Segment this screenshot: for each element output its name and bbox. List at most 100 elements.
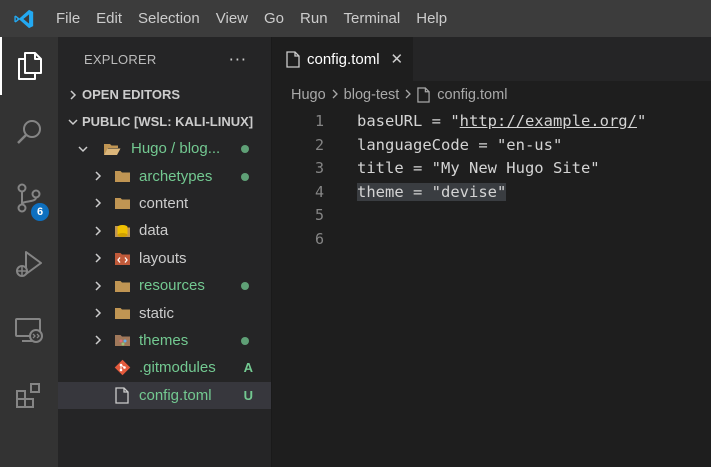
workspace-label: PUBLIC [WSL: KALI-LINUX] [82, 114, 254, 129]
file-icon [113, 386, 131, 404]
file-icon [417, 87, 430, 103]
tree-item-label: .gitmodules [139, 359, 216, 377]
chevron-right-icon [91, 335, 105, 345]
folder-icon [113, 194, 131, 212]
tree-item-label: content [139, 194, 189, 212]
more-actions-icon[interactable]: ··· [229, 50, 247, 69]
remote-explorer-button[interactable] [0, 301, 58, 359]
line-text-selected: theme = "devise" [357, 182, 507, 201]
run-debug-icon [16, 251, 42, 277]
tree-item-label: config.toml [139, 386, 212, 404]
chevron-right-icon [91, 308, 105, 318]
chevron-down-icon [64, 117, 82, 127]
tree-item-themes[interactable]: themes [58, 327, 271, 354]
tree-item-label: resources [139, 277, 205, 295]
tree-item-data[interactable]: data [58, 217, 271, 244]
tree-item-label: Hugo / blog... [131, 140, 221, 158]
menu-go[interactable]: Go [256, 0, 292, 37]
tree-item-config-toml[interactable]: config.toml U [58, 381, 271, 409]
menu-edit[interactable]: Edit [88, 0, 130, 37]
tree-item-root-folder[interactable]: Hugo / blog... [58, 135, 271, 162]
line-number: 5 [314, 206, 324, 224]
git-icon [113, 359, 131, 377]
line-text: languageCode = "en-us" [357, 135, 563, 154]
open-editors-label: OPEN EDITORS [82, 87, 181, 102]
menu-help[interactable]: Help [408, 0, 455, 37]
line-text: baseURL = "http://example.org/" [357, 112, 647, 130]
chevron-right-icon [64, 89, 82, 100]
line-number: 3 [314, 159, 324, 177]
tree-item-layouts[interactable]: layouts [58, 245, 271, 272]
remote-explorer-icon [15, 318, 43, 343]
breadcrumb-item-hugo[interactable]: Hugo [291, 87, 326, 103]
line-number: 1 [314, 112, 324, 130]
menu-selection[interactable]: Selection [130, 0, 208, 37]
tree-item-label: data [139, 222, 169, 240]
search-button[interactable] [0, 103, 58, 161]
folder-open-icon [103, 140, 121, 158]
tree-item-label: static [139, 304, 175, 322]
tree-item-resources[interactable]: resources [58, 272, 271, 299]
themes-folder-icon [113, 331, 131, 349]
open-editors-section[interactable]: OPEN EDITORS [58, 81, 271, 108]
chevron-down-icon [76, 144, 90, 154]
git-modified-dot [241, 169, 249, 184]
chevron-right-icon [404, 88, 412, 102]
menu-view[interactable]: View [208, 0, 256, 37]
tree-item-gitmodules[interactable]: .gitmodules A [58, 354, 271, 381]
git-modified-dot [241, 141, 249, 156]
tab-config-toml[interactable]: config.toml ✕ [272, 37, 414, 81]
database-folder-icon [113, 222, 131, 240]
explorer-sidebar: EXPLORER ··· OPEN EDITORS PUBLIC [WSL: K… [58, 37, 272, 467]
chevron-right-icon [91, 226, 105, 236]
explorer-header: EXPLORER ··· [58, 37, 271, 81]
breadcrumb: Hugo blog-test config.toml [272, 81, 711, 109]
git-status-added: A [243, 360, 253, 376]
tree-item-label: archetypes [139, 167, 213, 185]
folder-icon [113, 167, 131, 185]
file-icon [286, 50, 300, 68]
tree-item-archetypes[interactable]: archetypes [58, 162, 271, 189]
workspace-section[interactable]: PUBLIC [WSL: KALI-LINUX] [58, 108, 271, 135]
activity-bar: 6 [0, 37, 58, 467]
chevron-right-icon [91, 198, 105, 208]
files-icon [18, 52, 42, 80]
source-control-button[interactable]: 6 [0, 169, 58, 227]
tab-label: config.toml [307, 50, 380, 68]
folder-icon [113, 277, 131, 295]
layouts-folder-icon [113, 249, 131, 267]
url-link[interactable]: http://example.org/ [460, 112, 637, 130]
editor-area: config.toml ✕ Hugo blog-test config.toml… [272, 37, 711, 467]
close-icon[interactable]: ✕ [391, 50, 404, 68]
menu-terminal[interactable]: Terminal [336, 0, 409, 37]
title-bar: File Edit Selection View Go Run Terminal… [0, 0, 711, 37]
tree-item-content[interactable]: content [58, 190, 271, 217]
tree-item-label: themes [139, 331, 189, 349]
menu-run[interactable]: Run [292, 0, 336, 37]
breadcrumb-item-blog-test[interactable]: blog-test [344, 87, 400, 103]
search-icon [17, 120, 41, 144]
tab-bar: config.toml ✕ [272, 37, 711, 81]
tree-item-static[interactable]: static [58, 299, 271, 326]
vscode-logo-icon [0, 0, 48, 37]
chevron-right-icon [91, 253, 105, 263]
menu-file[interactable]: File [48, 0, 88, 37]
line-number: 6 [314, 229, 324, 248]
git-modified-dot [241, 333, 249, 348]
explorer-title: EXPLORER [84, 51, 157, 67]
menu-bar: File Edit Selection View Go Run Terminal… [48, 0, 455, 37]
line-text: title = "My New Hugo Site" [357, 159, 600, 177]
scm-badge: 6 [31, 203, 49, 221]
folder-icon [113, 304, 131, 322]
line-number: 2 [314, 135, 324, 154]
tree-item-label: layouts [139, 249, 187, 267]
chevron-right-icon [91, 171, 105, 181]
git-modified-dot [241, 278, 249, 293]
chevron-right-icon [331, 88, 339, 102]
git-status-untracked: U [243, 387, 253, 403]
explorer-button[interactable] [0, 37, 58, 95]
breadcrumb-item-config-toml[interactable]: config.toml [437, 87, 507, 103]
extensions-icon [16, 383, 40, 408]
run-debug-button[interactable] [0, 235, 58, 293]
extensions-button[interactable] [0, 367, 58, 425]
